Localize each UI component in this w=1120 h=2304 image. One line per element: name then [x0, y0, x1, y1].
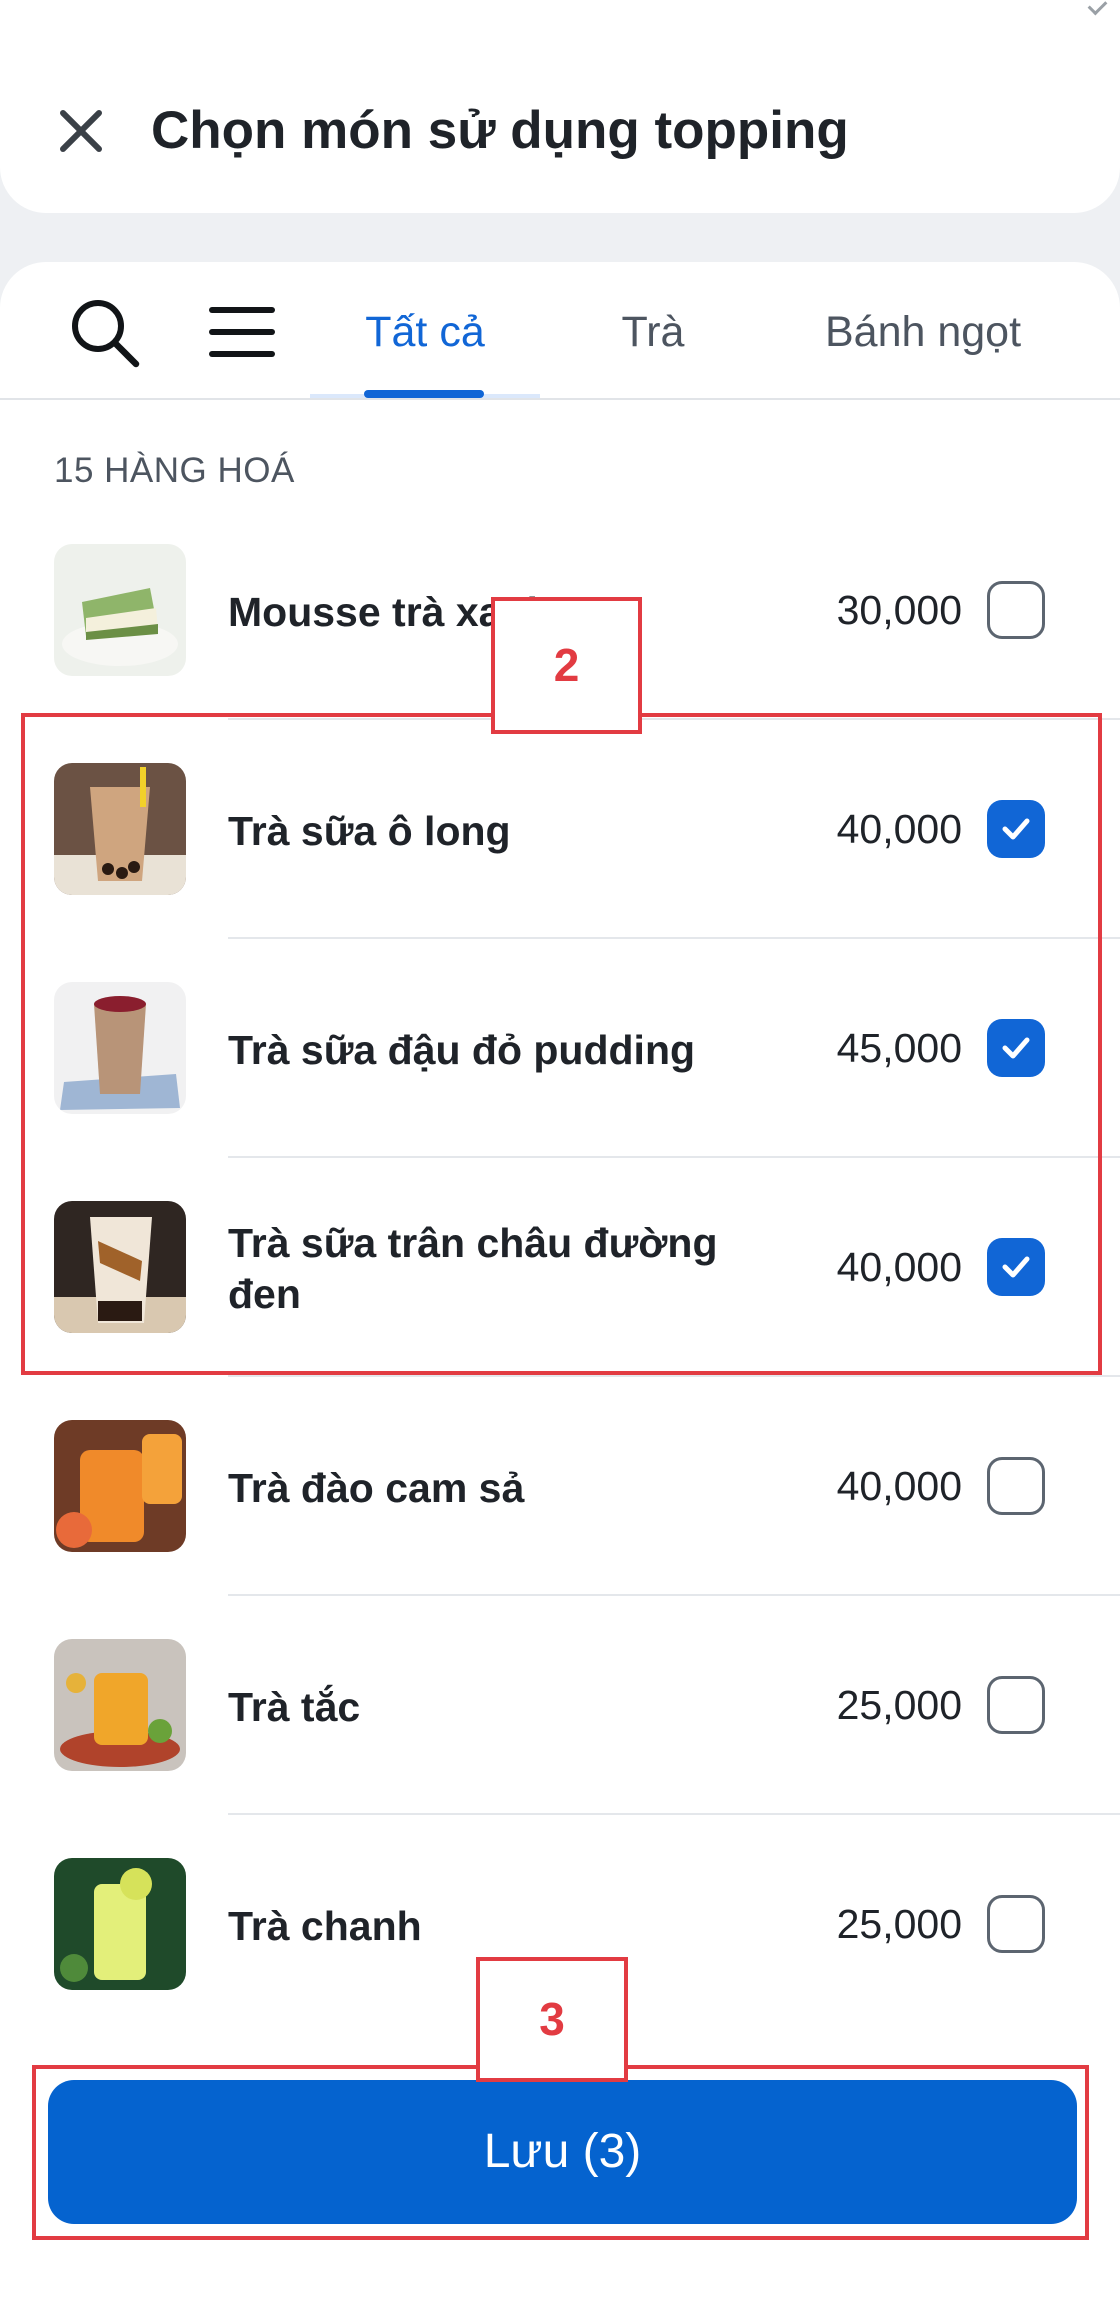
- item-checkbox[interactable]: [987, 581, 1045, 639]
- item-count: 15 HÀNG HOÁ: [54, 451, 295, 490]
- item-name: Trà chanh: [228, 1903, 422, 1949]
- tab-active-indicator: [364, 390, 484, 398]
- menu-icon: [209, 307, 275, 357]
- item-name: Trà đào cam sả: [228, 1465, 525, 1511]
- divider: [228, 1375, 1120, 1377]
- search-button[interactable]: [66, 294, 144, 372]
- tab-cake[interactable]: Bánh ngọt: [780, 296, 1066, 368]
- item-price: 40,000: [836, 1463, 962, 1509]
- item-price: 25,000: [836, 1901, 962, 1947]
- item-thumbnail: [54, 544, 186, 676]
- header: Chọn món sử dụng topping: [0, 0, 1120, 213]
- item-checkbox[interactable]: [987, 1676, 1045, 1734]
- annotation-label-2: 2: [491, 597, 642, 734]
- item-thumbnail: [54, 1858, 186, 1990]
- close-icon: [60, 110, 102, 152]
- annotation-box-selected-items: [21, 713, 1102, 1375]
- item-thumbnail: [54, 1639, 186, 1771]
- tab-all[interactable]: Tất cả: [310, 296, 540, 368]
- tab-tea[interactable]: Trà: [560, 296, 746, 368]
- item-price: 25,000: [836, 1682, 962, 1728]
- annotation-label-3: 3: [476, 1957, 628, 2082]
- status-bar-fragment: [1087, 0, 1108, 16]
- page-title: Chọn món sử dụng topping: [151, 101, 849, 160]
- menu-button[interactable]: [204, 300, 280, 364]
- item-checkbox[interactable]: [987, 1895, 1045, 1953]
- item-thumbnail: [54, 1420, 186, 1552]
- item-price: 30,000: [836, 587, 962, 633]
- item-name: Trà tắc: [228, 1684, 361, 1730]
- divider: [228, 1813, 1120, 1815]
- list-item[interactable]: Trà tắc 25,000: [0, 1598, 1120, 1817]
- tab-bar: Tất cả Trà Bánh ngọt: [0, 262, 1120, 400]
- annotation-box-save: [32, 2065, 1089, 2240]
- item-checkbox[interactable]: [987, 1457, 1045, 1515]
- list-item[interactable]: Trà đào cam sả 40,000: [0, 1379, 1120, 1598]
- search-icon: [72, 300, 140, 368]
- close-button[interactable]: [46, 96, 116, 166]
- divider: [228, 1594, 1120, 1596]
